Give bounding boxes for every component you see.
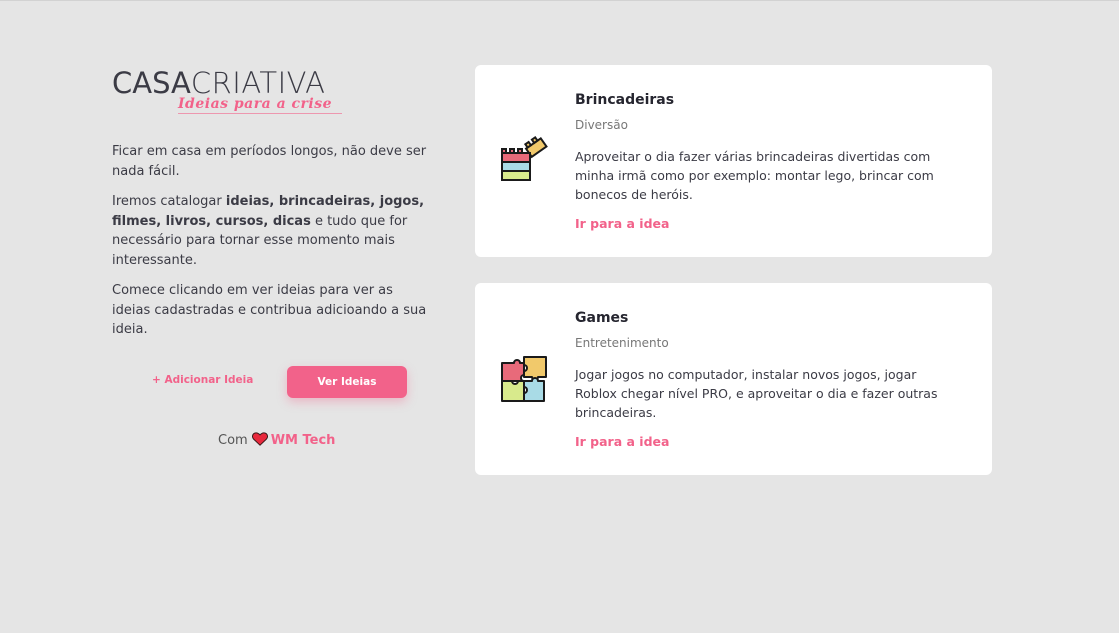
- logo-underline: [178, 113, 342, 114]
- go-to-idea-link[interactable]: Ir para a idea: [575, 434, 960, 449]
- view-ideas-button[interactable]: Ver Ideias: [287, 365, 407, 398]
- go-to-idea-link[interactable]: Ir para a idea: [575, 216, 960, 231]
- page: CASACRIATIVA Ideias para a crise Ficar e…: [0, 0, 1119, 633]
- logo-word-casa: CASA: [112, 66, 191, 100]
- idea-card-brincadeiras[interactable]: Brincadeiras Diversão Aproveitar o dia f…: [475, 65, 992, 257]
- card-description: Aproveitar o dia fazer várias brincadeir…: [575, 149, 934, 202]
- card-content: Games Entretenimento Jogar jogos no comp…: [575, 309, 960, 449]
- lego-blocks-icon: [500, 135, 550, 185]
- card-category: Diversão: [575, 118, 628, 132]
- logo-wordmark: CASACRIATIVA: [112, 68, 442, 98]
- intro-paragraph-1: Ficar em casa em períodos longos, não de…: [112, 144, 427, 179]
- heart-icon: [251, 432, 268, 450]
- logo-word-criativa: CRIATIVA: [190, 66, 326, 100]
- credits-prefix: Com: [218, 433, 248, 448]
- puzzle-icon: [500, 353, 550, 403]
- credits: Com WM Tech: [218, 432, 335, 450]
- top-divider: [0, 0, 1119, 1]
- card-title: Brincadeiras: [575, 92, 675, 108]
- card-category: Entretenimento: [575, 336, 669, 350]
- actions-bar: + Adicionar Ideia Ver Ideias: [112, 365, 442, 400]
- logo-tagline: Ideias para a crise: [178, 96, 333, 112]
- add-idea-button[interactable]: + Adicionar Ideia: [152, 374, 253, 386]
- credits-brand-link[interactable]: WM Tech: [271, 433, 336, 448]
- card-description: Jogar jogos no computador, instalar novo…: [575, 367, 938, 420]
- intro-paragraph-2: Iremos catalogar ideias, brincadeiras, j…: [112, 192, 432, 270]
- intro-section: CASACRIATIVA Ideias para a crise Ficar e…: [112, 68, 442, 448]
- card-content: Brincadeiras Diversão Aproveitar o dia f…: [575, 91, 960, 231]
- intro-p2-prefix: Iremos catalogar: [112, 194, 226, 209]
- idea-card-games[interactable]: Games Entretenimento Jogar jogos no comp…: [475, 283, 992, 475]
- card-title: Games: [575, 310, 629, 326]
- intro-paragraph-3: Comece clicando em ver ideias para ver a…: [112, 283, 427, 337]
- logo[interactable]: CASACRIATIVA Ideias para a crise: [112, 68, 442, 120]
